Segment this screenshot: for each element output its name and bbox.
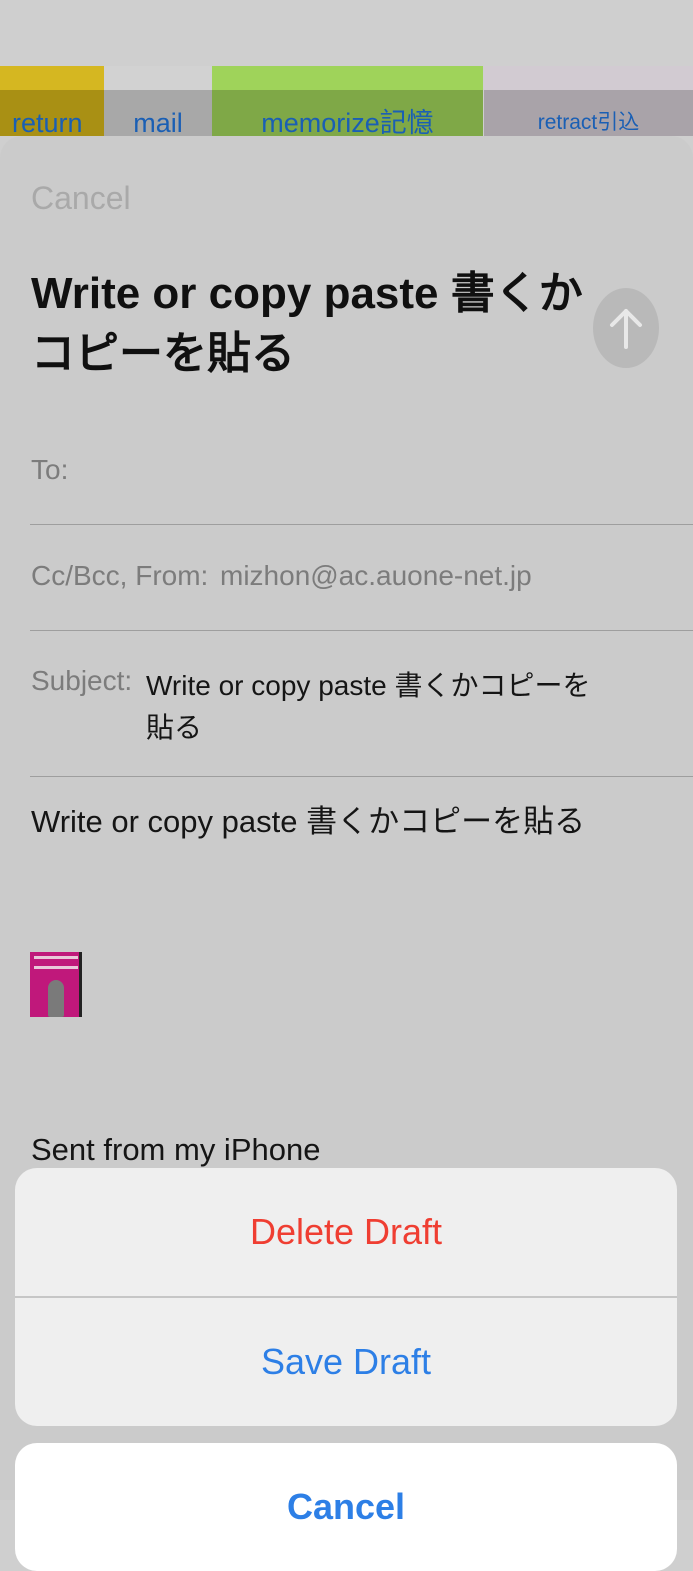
- tab-top: [0, 66, 104, 90]
- to-field[interactable]: [80, 442, 680, 498]
- to-label: To:: [31, 454, 69, 485]
- tab-memorize-label: memorize記憶: [261, 108, 434, 136]
- subject-field[interactable]: Write or copy paste 書くかコピーを貼る: [146, 665, 606, 749]
- tab-top: [484, 66, 693, 90]
- thumbnail-edge: [79, 952, 82, 1017]
- send-button[interactable]: [593, 288, 659, 368]
- signature: Sent from my iPhone: [31, 1132, 321, 1167]
- from-field[interactable]: mizhon@ac.auone-net.jp: [220, 560, 532, 592]
- divider: [30, 776, 693, 777]
- divider: [30, 524, 693, 525]
- tab-top: [212, 66, 483, 90]
- message-body[interactable]: Write or copy paste 書くかコピーを貼る: [31, 796, 585, 841]
- image-thumbnail-icon[interactable]: [30, 952, 82, 1017]
- cancel-button[interactable]: Cancel: [15, 1443, 677, 1571]
- tab-return[interactable]: return: [0, 66, 104, 136]
- ccbcc-from-label: Cc/Bcc, From:: [31, 560, 209, 591]
- subject-label: Subject:: [31, 665, 133, 696]
- compose-cancel-button[interactable]: Cancel: [31, 180, 131, 217]
- delete-draft-button[interactable]: Delete Draft: [15, 1168, 677, 1296]
- thumbnail-strip: [34, 966, 78, 969]
- tab-top: [104, 66, 212, 90]
- tab-mail-label: mail: [133, 108, 183, 136]
- tab-retract-label: retract引込: [537, 111, 640, 134]
- tab-return-label: return: [12, 108, 83, 136]
- save-draft-button[interactable]: Save Draft: [15, 1298, 677, 1426]
- tab-retract[interactable]: retract引込: [484, 66, 693, 136]
- thumbnail-strip: [34, 956, 78, 959]
- divider: [30, 630, 693, 631]
- arrow-up-icon: [610, 309, 642, 349]
- compose-title: Write or copy paste 書くかコピーを貼る: [31, 269, 583, 378]
- action-sheet-cancel: Cancel: [15, 1443, 677, 1571]
- thumbnail-figure: [48, 980, 64, 1017]
- action-sheet: Delete Draft Save Draft: [15, 1168, 677, 1426]
- tab-mail[interactable]: mail: [104, 66, 212, 136]
- tab-memorize[interactable]: memorize記憶: [212, 66, 483, 136]
